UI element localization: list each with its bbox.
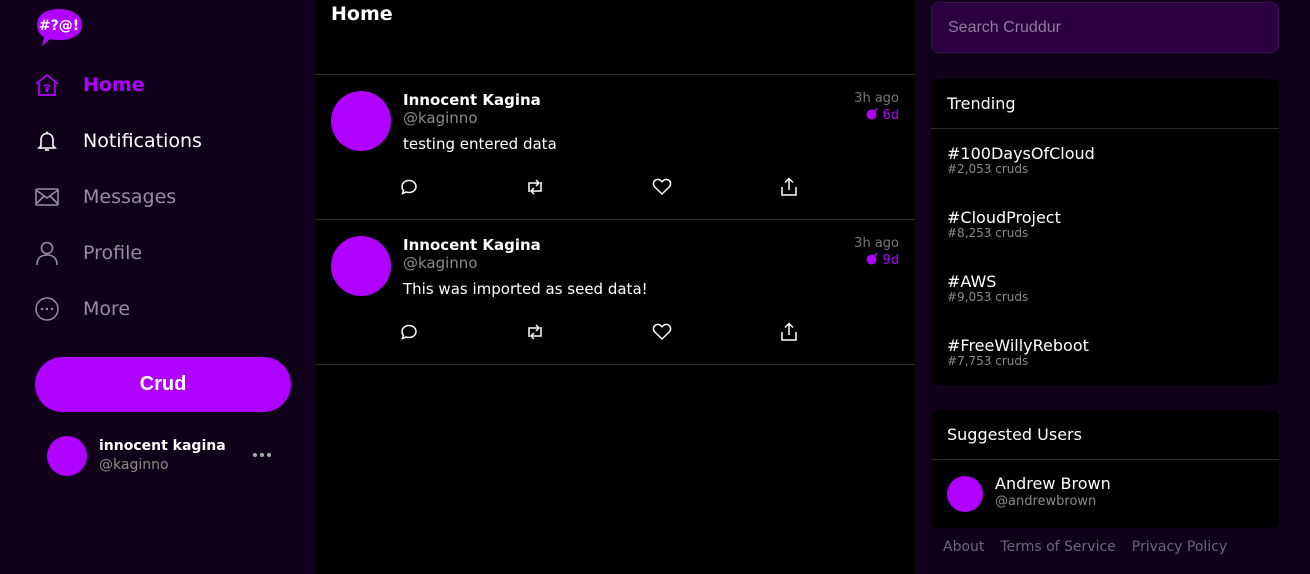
suggested-user-handle: @andrewbrown	[995, 494, 1097, 509]
nav-item-profile[interactable]: Profile	[33, 235, 142, 271]
nav-item-more[interactable]: More	[33, 291, 130, 327]
crud-post[interactable]: Innocent Kagina @kaginno testing entered…	[315, 75, 915, 220]
post-time-ago: 3h ago	[854, 91, 899, 106]
home-icon	[33, 71, 61, 99]
bomb-icon	[866, 252, 879, 269]
trending-item[interactable]: #FreeWillyReboot #7,753 cruds	[947, 336, 1089, 368]
share-icon[interactable]	[778, 176, 800, 198]
divider	[931, 128, 1279, 129]
feed-header: Home	[315, 0, 915, 75]
trending-count: #2,053 cruds	[947, 162, 1029, 176]
nav-item-home[interactable]: Home	[33, 67, 145, 103]
trending-count: #7,753 cruds	[947, 354, 1029, 368]
nav-label-profile: Profile	[83, 242, 143, 264]
crud-button[interactable]: Crud	[35, 357, 291, 412]
avatar	[947, 476, 983, 512]
footer-terms-link[interactable]: Terms of Service	[1000, 539, 1115, 555]
trending-tag: #AWS	[947, 272, 997, 291]
footer-links: About Terms of Service Privacy Policy	[943, 539, 1227, 555]
crud-post[interactable]: Innocent Kagina @kaginno This was import…	[315, 220, 915, 365]
ellipsis-icon[interactable]	[251, 444, 273, 466]
nav-item-messages[interactable]: Messages	[33, 179, 176, 215]
right-sidebar: Trending #100DaysOfCloud #2,053 cruds #C…	[915, 0, 1310, 574]
nav-label-home: Home	[83, 74, 145, 96]
trending-item[interactable]: #CloudProject #8,253 cruds	[947, 208, 1061, 240]
repost-icon[interactable]	[524, 321, 546, 343]
more-circle-icon	[33, 295, 61, 323]
avatar[interactable]	[331, 91, 391, 151]
avatar[interactable]	[331, 236, 391, 296]
post-expires-label: 6d	[882, 108, 899, 123]
suggested-user-name: Andrew Brown	[995, 474, 1111, 493]
post-author-name[interactable]: Innocent Kagina	[403, 236, 541, 254]
search-input[interactable]	[931, 2, 1279, 53]
share-icon[interactable]	[778, 321, 800, 343]
post-expires: 9d	[866, 252, 899, 269]
nav-label-messages: Messages	[83, 186, 177, 208]
svg-text:#?@!: #?@!	[39, 18, 79, 34]
post-actions	[398, 321, 798, 343]
post-time-ago: 3h ago	[854, 236, 899, 251]
repost-icon[interactable]	[524, 176, 546, 198]
main-feed: Home Innocent Kagina @kaginno testing en…	[315, 0, 915, 574]
post-author-handle[interactable]: @kaginno	[403, 109, 478, 127]
nav-item-notifications[interactable]: Notifications	[33, 123, 202, 159]
nav-label-notifications: Notifications	[83, 130, 202, 152]
trending-count: #8,253 cruds	[947, 226, 1029, 240]
trending-item[interactable]: #AWS #9,053 cruds	[947, 272, 1028, 304]
avatar	[47, 436, 87, 476]
bell-icon	[33, 127, 61, 155]
post-expires: 6d	[866, 107, 899, 124]
current-user-handle: @kaginno	[99, 457, 169, 473]
nav-label-more: More	[83, 298, 131, 320]
post-actions	[398, 176, 798, 198]
trending-panel: Trending #100DaysOfCloud #2,053 cruds #C…	[931, 79, 1279, 385]
post-expires-label: 9d	[882, 253, 899, 268]
suggested-users-title: Suggested Users	[947, 425, 1082, 444]
trending-title: Trending	[947, 94, 1016, 113]
post-message: testing entered data	[403, 135, 557, 153]
post-author-name[interactable]: Innocent Kagina	[403, 91, 541, 109]
trending-tag: #FreeWillyReboot	[947, 336, 1089, 355]
trending-tag: #100DaysOfCloud	[947, 144, 1095, 163]
current-user-profile[interactable]: innocent kagina @kaginno	[47, 436, 287, 478]
footer-about-link[interactable]: About	[943, 539, 984, 555]
trending-count: #9,053 cruds	[947, 290, 1029, 304]
cruddur-logo[interactable]: #?@!	[36, 7, 83, 47]
suggested-users-panel: Suggested Users Andrew Brown @andrewbrow…	[931, 410, 1279, 528]
left-sidebar: #?@! Home Notifications Messages Profile…	[0, 0, 315, 574]
page-title: Home	[331, 3, 393, 25]
post-author-handle[interactable]: @kaginno	[403, 254, 478, 272]
user-icon	[33, 239, 61, 267]
reply-icon[interactable]	[398, 321, 420, 343]
divider	[931, 459, 1279, 460]
current-user-name: innocent kagina	[99, 438, 226, 454]
trending-item[interactable]: #100DaysOfCloud #2,053 cruds	[947, 144, 1095, 176]
heart-icon[interactable]	[651, 176, 673, 198]
bomb-icon	[866, 107, 879, 124]
post-message: This was imported as seed data!	[403, 280, 648, 298]
suggested-user[interactable]: Andrew Brown @andrewbrown	[947, 474, 1267, 516]
mail-icon	[33, 183, 61, 211]
footer-privacy-link[interactable]: Privacy Policy	[1132, 539, 1227, 555]
reply-icon[interactable]	[398, 176, 420, 198]
heart-icon[interactable]	[651, 321, 673, 343]
trending-tag: #CloudProject	[947, 208, 1061, 227]
